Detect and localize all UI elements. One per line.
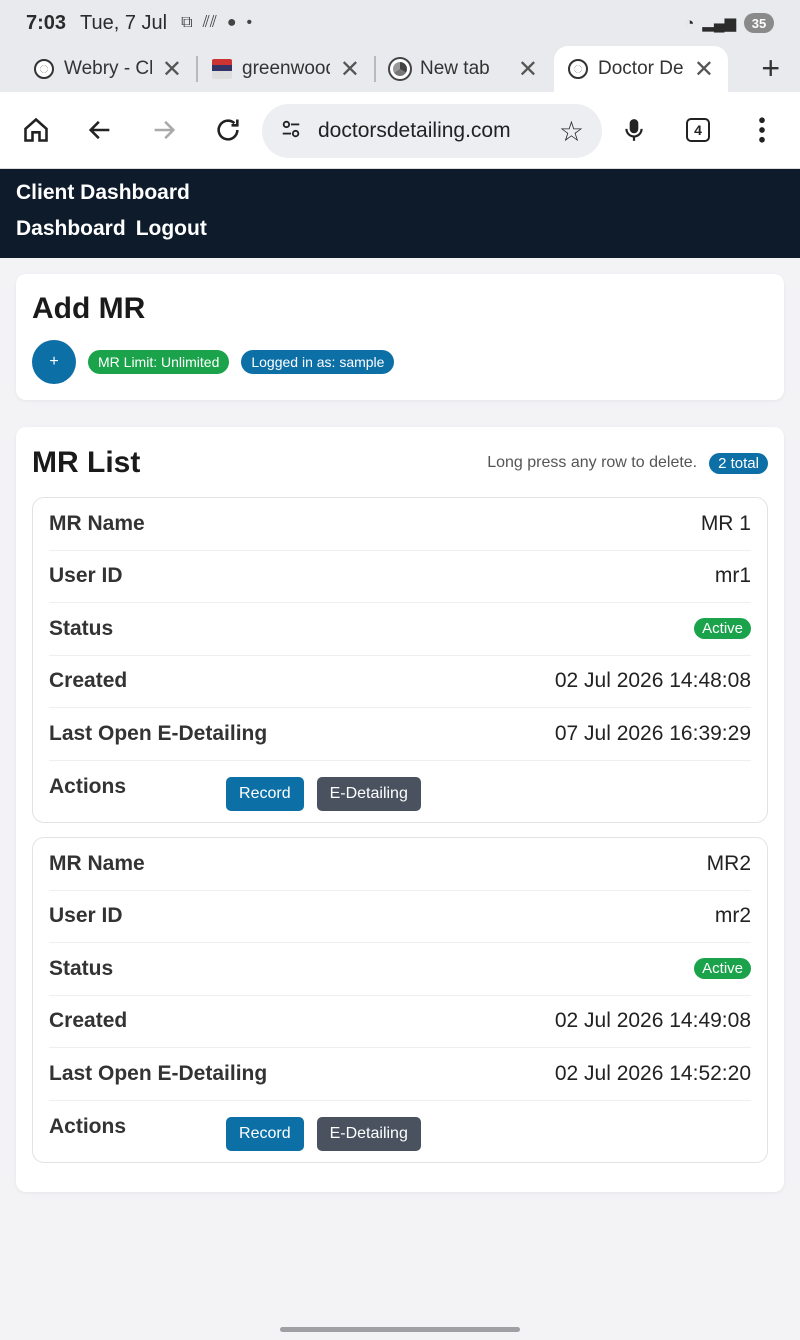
mr-name-value: MR 1	[700, 511, 751, 535]
add-mr-card: Add MR + MR Limit: Unlimited Logged in a…	[16, 274, 784, 400]
close-icon[interactable]: ✕	[340, 55, 360, 84]
record-button[interactable]: Record	[226, 776, 304, 811]
last-open-label: Last Open E-Detailing	[49, 721, 268, 745]
delete-hint: Long press any row to delete.	[487, 454, 698, 471]
tab-strip: Webry - Cli ✕ greenwood ✕ New tab ✕ Doct…	[0, 46, 800, 92]
gesture-bar[interactable]	[280, 1327, 520, 1332]
status-bar: 7:03 Tue, 7 Jul ⧉ ⫽⫽ ● • ◔ ▂▄▆ 35	[0, 0, 800, 46]
user-id-row: User ID mr2	[49, 891, 751, 943]
address-bar[interactable]: doctorsdetailing.com ☆	[262, 104, 602, 158]
url-text[interactable]: doctorsdetailing.com	[318, 119, 523, 143]
dot-icon: •	[246, 14, 253, 31]
mr-name-row: MR Name MR2	[49, 838, 751, 891]
add-mr-title: Add MR	[32, 292, 146, 325]
chat-icon: ●	[226, 14, 237, 31]
wifi-icon: ◔	[685, 14, 695, 32]
status-badge: Active	[694, 618, 751, 640]
tab-title: Doctor Det	[598, 58, 684, 79]
created-row: Created 02 Jul 2026 14:49:08	[49, 996, 751, 1048]
mr-record[interactable]: MR Name MR 1 User ID mr1 Status Active C…	[32, 497, 768, 823]
reload-icon[interactable]	[206, 108, 250, 152]
app-title: Client Dashboard	[16, 181, 190, 204]
last-open-value: 02 Jul 2026 14:52:20	[554, 1061, 751, 1085]
actions-label: Actions	[49, 1114, 127, 1138]
e-detailing-button[interactable]: E-Detailing	[316, 776, 421, 811]
status-badge: Active	[694, 958, 751, 980]
created-label: Created	[49, 1009, 128, 1033]
back-icon[interactable]	[78, 108, 122, 152]
tab-new-tab[interactable]: New tab ✕	[376, 46, 552, 92]
close-icon[interactable]: ✕	[162, 55, 182, 84]
user-id-value: mr1	[714, 564, 751, 588]
chrome-icon	[388, 57, 412, 81]
cell-signal-icon: ▂▄▆	[702, 15, 736, 32]
browser-toolbar: doctorsdetailing.com ☆ 4	[0, 92, 800, 169]
microphone-icon[interactable]	[612, 108, 656, 152]
user-id-label: User ID	[49, 904, 123, 928]
logged-in-badge: Logged in as: sample	[241, 350, 395, 374]
status-label: Status	[49, 616, 114, 640]
app-nav: Dashboard Logout	[16, 217, 784, 241]
status-time: 7:03	[26, 11, 67, 34]
record-button[interactable]: Record	[226, 1116, 304, 1151]
home-icon[interactable]	[14, 108, 58, 152]
actions-row: Actions Record E-Detailing	[49, 761, 751, 825]
tab-title: New tab	[420, 58, 490, 79]
site-settings-icon[interactable]	[280, 118, 302, 145]
created-value: 02 Jul 2026 14:49:08	[554, 1009, 751, 1033]
tab-switcher-button[interactable]: 4	[676, 108, 720, 152]
status-date: Tue, 7 Jul	[80, 11, 168, 34]
doc-icon	[212, 59, 232, 79]
signal-pattern-icon: ⫽⫽	[202, 14, 217, 31]
battery-icon: 35	[744, 13, 774, 33]
user-id-value: mr2	[714, 904, 751, 928]
nav-dashboard-link[interactable]: Dashboard	[16, 217, 126, 241]
bookmark-star-icon[interactable]: ☆	[559, 115, 584, 148]
created-row: Created 02 Jul 2026 14:48:08	[49, 656, 751, 708]
globe-icon	[568, 59, 588, 79]
actions-row: Actions Record E-Detailing	[49, 1101, 751, 1165]
status-row: Status Active	[49, 603, 751, 656]
created-value: 02 Jul 2026 14:48:08	[554, 669, 751, 693]
last-open-label: Last Open E-Detailing	[49, 1061, 268, 1085]
mr-list-card: MR List Long press any row to delete. 2 …	[16, 427, 784, 1192]
tab-title: greenwood	[242, 58, 330, 79]
user-id-label: User ID	[49, 564, 123, 588]
actions-label: Actions	[49, 774, 127, 798]
status-label: Status	[49, 956, 114, 980]
user-id-row: User ID mr1	[49, 551, 751, 603]
mr-name-label: MR Name	[49, 511, 145, 535]
total-count-badge: 2 total	[709, 452, 768, 474]
close-icon[interactable]: ✕	[694, 55, 714, 84]
mr-name-label: MR Name	[49, 851, 145, 875]
last-open-value: 07 Jul 2026 16:39:29	[554, 721, 751, 745]
e-detailing-button[interactable]: E-Detailing	[316, 1116, 421, 1151]
app-header: Client Dashboard Dashboard Logout	[0, 169, 800, 258]
mr-name-row: MR Name MR 1	[49, 498, 751, 551]
close-icon[interactable]: ✕	[518, 55, 538, 84]
forward-icon[interactable]	[142, 108, 186, 152]
nav-logout-link[interactable]: Logout	[136, 217, 207, 241]
add-mr-button[interactable]: +	[32, 340, 76, 384]
last-open-row: Last Open E-Detailing 07 Jul 2026 16:39:…	[49, 708, 751, 761]
new-tab-icon[interactable]: +	[761, 50, 780, 87]
mr-name-value: MR2	[706, 851, 751, 875]
mr-limit-badge: MR Limit: Unlimited	[88, 350, 230, 374]
globe-icon	[34, 59, 54, 79]
more-menu-icon[interactable]	[740, 108, 784, 152]
tab-doctor-detailing[interactable]: Doctor Det ✕	[554, 46, 728, 92]
mr-record[interactable]: MR Name MR2 User ID mr2 Status Active Cr…	[32, 837, 768, 1163]
tab-webry[interactable]: Webry - Cli ✕	[20, 46, 196, 92]
screenshot-icon: ⧉	[181, 14, 193, 31]
last-open-row: Last Open E-Detailing 02 Jul 2026 14:52:…	[49, 1048, 751, 1101]
tab-count: 4	[686, 118, 710, 142]
mr-list-title: MR List	[32, 446, 141, 479]
tab-greenwood[interactable]: greenwood ✕	[198, 46, 374, 92]
status-row: Status Active	[49, 943, 751, 996]
created-label: Created	[49, 669, 128, 693]
tab-title: Webry - Cli	[64, 58, 152, 79]
